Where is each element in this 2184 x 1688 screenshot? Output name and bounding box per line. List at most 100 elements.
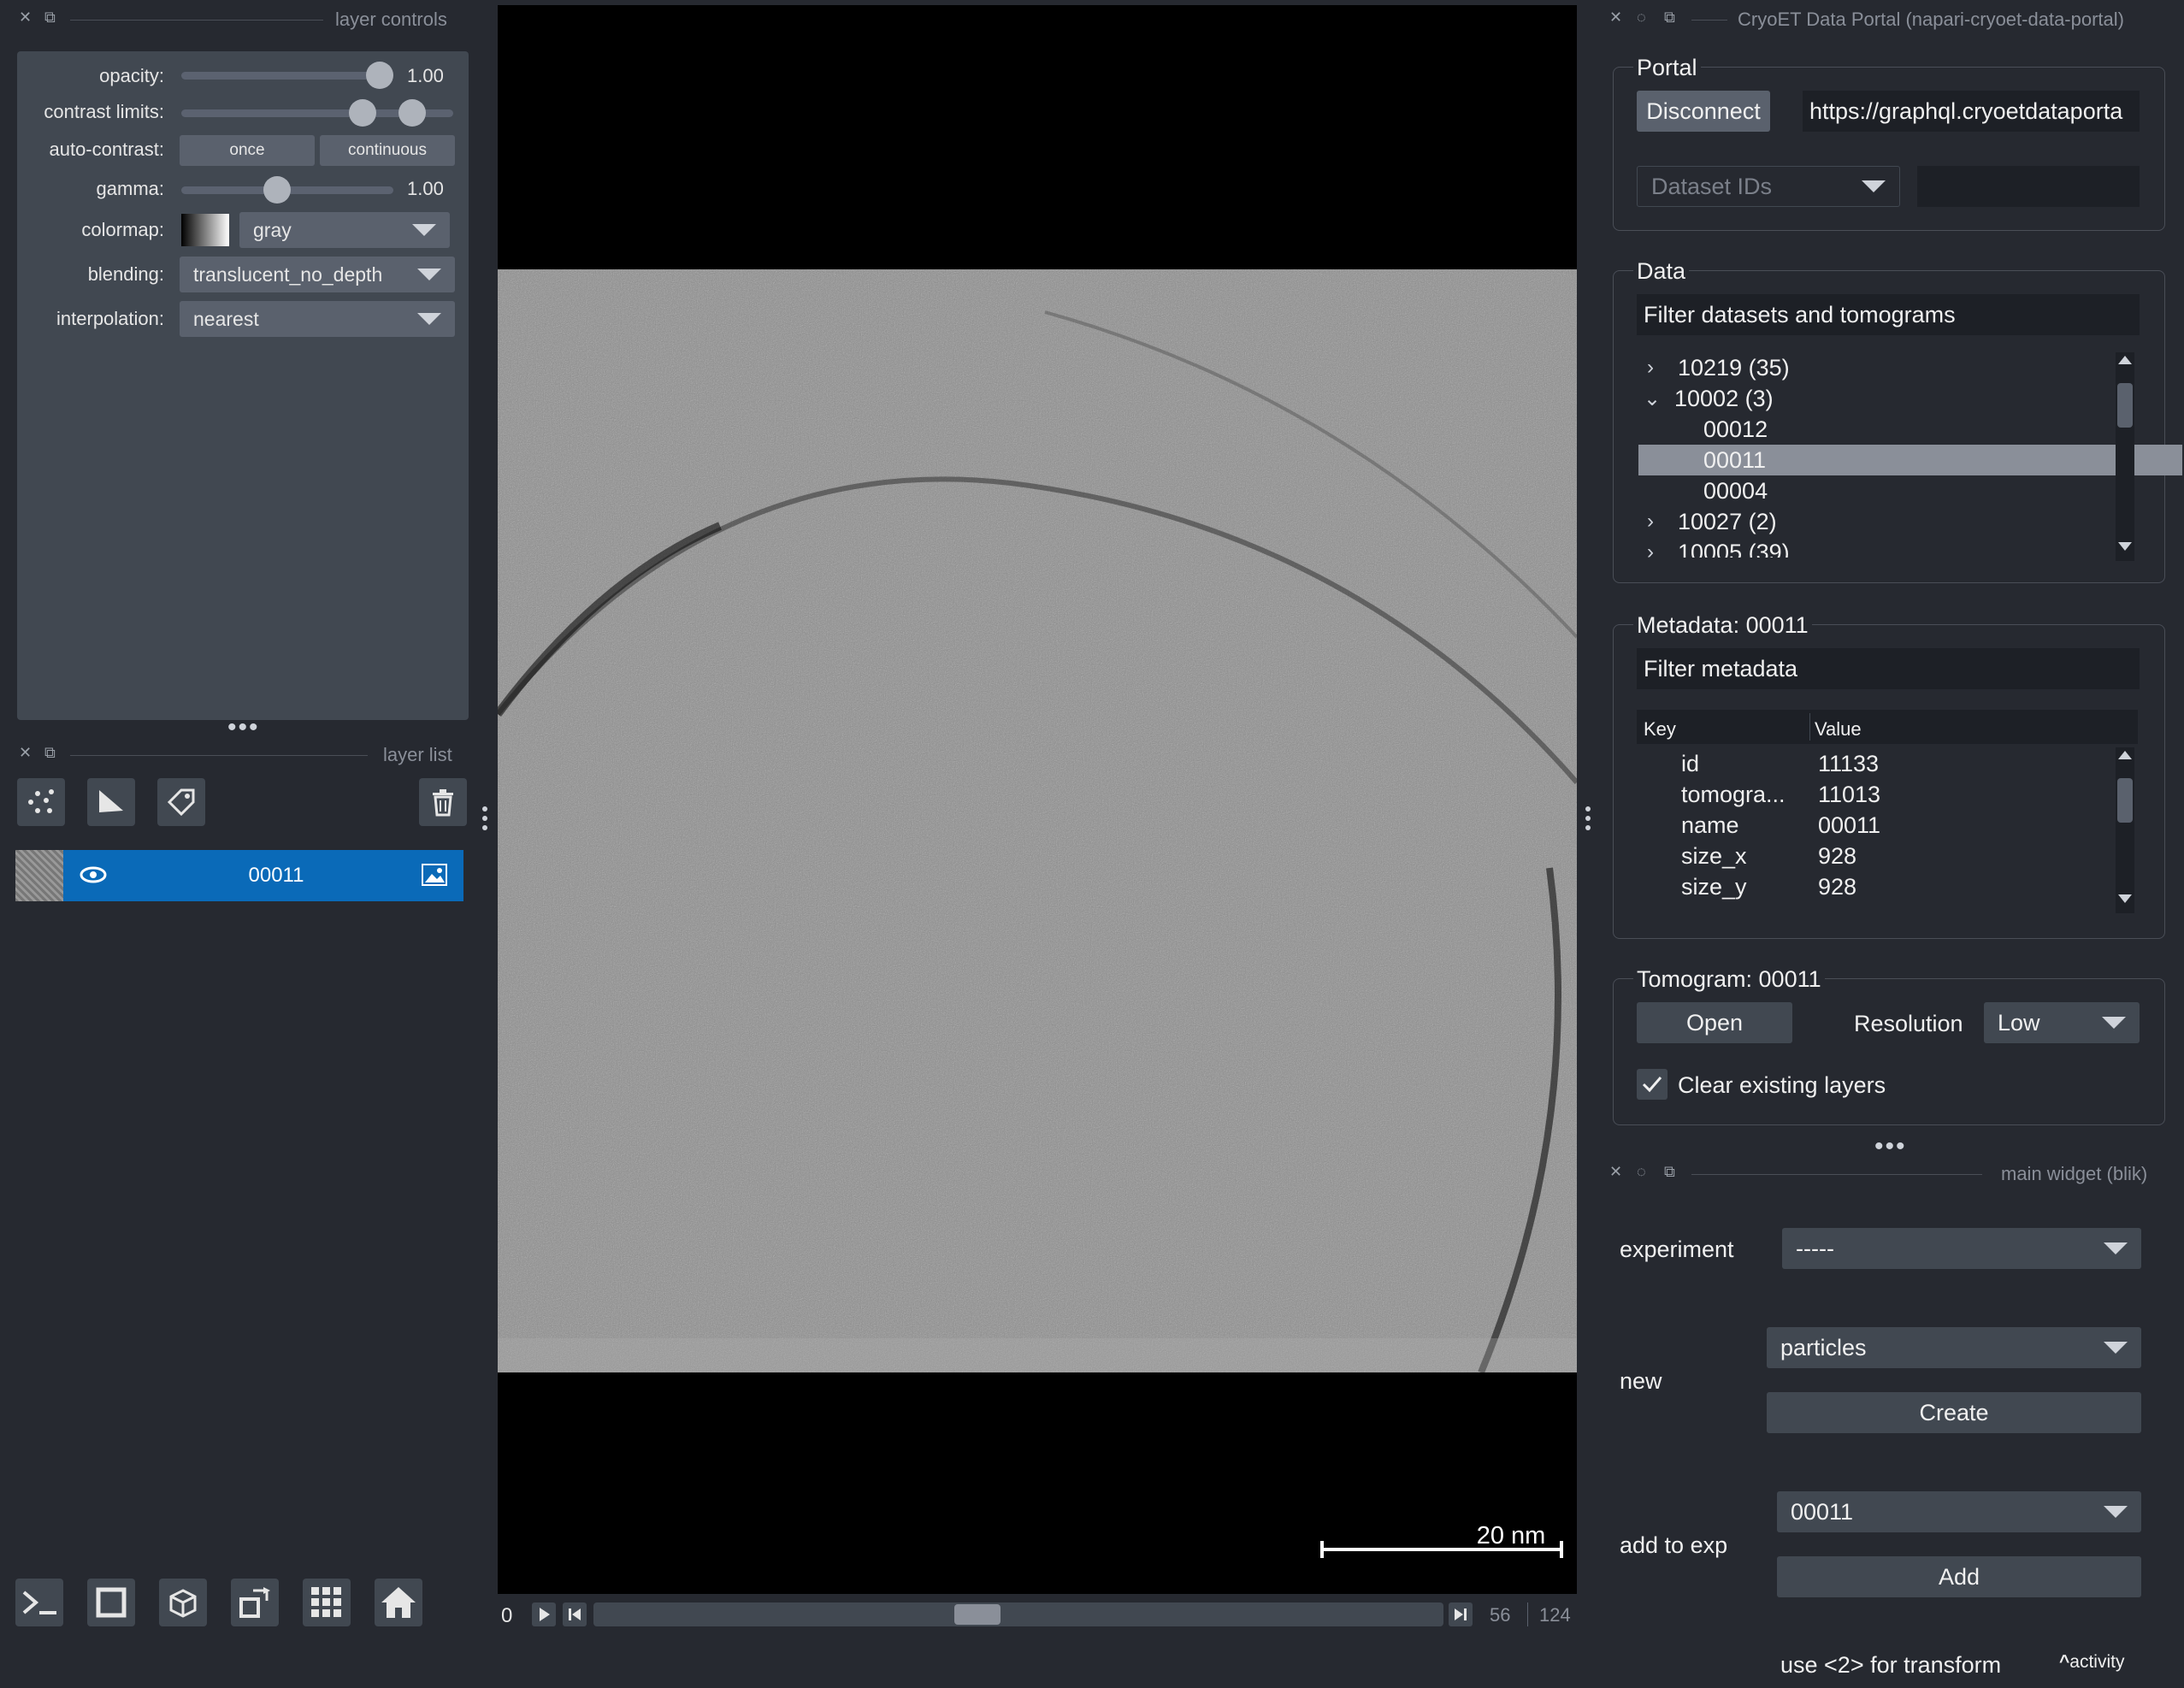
splitter-handle[interactable]: ••• [227, 715, 260, 741]
metadata-scrollbar[interactable] [2116, 747, 2134, 913]
tree-scrollbar[interactable] [2116, 352, 2134, 561]
opacity-slider-handle[interactable] [366, 62, 393, 89]
chevron-up-icon: ^ [2059, 1652, 2070, 1672]
frame-slider-track[interactable] [593, 1602, 1443, 1626]
continuous-button[interactable]: continuous [320, 135, 455, 166]
square-icon [96, 1587, 127, 1618]
contrast-min-handle[interactable] [349, 99, 376, 127]
scroll-down-icon[interactable] [2118, 542, 2132, 551]
step-forward-button[interactable] [1449, 1602, 1473, 1626]
chevron-down-icon [2102, 1017, 2126, 1029]
scroll-down-icon[interactable] [2118, 894, 2132, 903]
metadata-key: size_y [1681, 874, 1747, 900]
toggle-ndisplay-button[interactable] [87, 1579, 135, 1626]
resolution-value: Low [1998, 1009, 2040, 1036]
once-button[interactable]: once [180, 135, 315, 166]
float-icon[interactable]: ⧉ [44, 9, 56, 27]
tree-item-00012[interactable]: 00012 [1638, 414, 2179, 445]
dataset-ids-field[interactable] [1917, 166, 2140, 207]
hide-icon[interactable]: ◌ [1637, 1163, 1646, 1181]
metadata-scroll-thumb[interactable] [2117, 778, 2133, 823]
experiment-select[interactable]: ----- [1782, 1228, 2141, 1269]
canvas-viewer[interactable]: 20 nm [498, 5, 1577, 1594]
transpose-dims-button[interactable] [231, 1579, 279, 1626]
close-icon[interactable]: ✕ [19, 744, 32, 762]
dataset-ids-select[interactable]: Dataset IDs [1637, 166, 1900, 207]
filter-datasets-input[interactable]: Filter datasets and tomograms [1637, 294, 2140, 335]
chevron-down-icon[interactable]: ⌄ [1638, 387, 1674, 411]
layer-row[interactable]: 00011 [15, 850, 463, 901]
chevron-right-icon[interactable]: › [1638, 510, 1678, 534]
console-button[interactable] [15, 1579, 63, 1626]
tree-item-10027[interactable]: › 10027 (2) [1638, 506, 2114, 537]
activity-toggle[interactable]: ^activity [2059, 1652, 2124, 1673]
create-button[interactable]: Create [1767, 1392, 2141, 1433]
hide-icon[interactable]: ◌ [1637, 9, 1646, 27]
tree-item-10002[interactable]: ⌄ 10002 (3) [1638, 383, 2114, 414]
resolution-label: Resolution [1854, 1011, 1963, 1036]
delete-layer-button[interactable] [419, 778, 467, 826]
play-button[interactable] [532, 1602, 556, 1626]
left-splitter-handle[interactable] [482, 806, 487, 831]
tree-clip: › 10005 (39) [1638, 537, 2114, 558]
disconnect-button[interactable]: Disconnect [1637, 91, 1770, 132]
interpolation-select[interactable]: nearest [180, 301, 455, 337]
value-header[interactable]: Value [1815, 718, 1862, 741]
splitter-handle[interactable]: ••• [1874, 1134, 1907, 1160]
add-button[interactable]: Add [1777, 1556, 2141, 1597]
tag-icon [167, 788, 195, 817]
close-icon[interactable]: ✕ [19, 9, 32, 27]
tree-item-10219[interactable]: › 10219 (35) [1638, 352, 2114, 383]
metadata-key: tomogra... [1681, 782, 1786, 807]
float-icon[interactable]: ⧉ [44, 744, 56, 762]
colormap-select[interactable]: gray [239, 212, 450, 248]
chevron-down-icon [417, 313, 441, 325]
scroll-up-icon[interactable] [2118, 356, 2132, 364]
opacity-slider[interactable] [181, 72, 393, 80]
opacity-value: 1.00 [407, 65, 444, 86]
contrast-max-handle[interactable] [398, 99, 426, 127]
portal-url-field[interactable]: https://graphql.cryoetdataporta [1803, 91, 2140, 132]
chevron-down-icon [2104, 1506, 2128, 1518]
clear-layers-checkbox[interactable] [1637, 1069, 1668, 1100]
chevron-right-icon[interactable]: › [1638, 356, 1678, 380]
gamma-slider-handle[interactable] [263, 176, 291, 204]
layer-name[interactable]: 00011 [118, 864, 434, 888]
chevron-right-icon[interactable]: › [1638, 540, 1678, 558]
close-icon[interactable]: ✕ [1609, 9, 1622, 27]
chevron-down-icon [1862, 180, 1886, 192]
filter-metadata-input[interactable]: Filter metadata [1637, 648, 2140, 689]
tree-item-label: 10219 (35) [1678, 354, 1790, 381]
eye-icon[interactable] [79, 862, 108, 888]
open-button[interactable]: Open [1637, 1002, 1792, 1043]
tree-scroll-thumb[interactable] [2117, 383, 2133, 428]
grid-view-button[interactable] [303, 1579, 351, 1626]
float-icon[interactable]: ⧉ [1664, 1163, 1675, 1181]
resolution-select[interactable]: Low [1984, 1002, 2140, 1043]
close-icon[interactable]: ✕ [1609, 1163, 1622, 1181]
step-back-button[interactable] [563, 1602, 587, 1626]
blending-select[interactable]: translucent_no_depth [180, 257, 455, 292]
add-layer-select[interactable]: 00011 [1777, 1491, 2141, 1532]
metadata-key: size_x [1681, 843, 1747, 869]
new-points-layer-button[interactable] [17, 778, 65, 826]
scale-bar [1320, 1548, 1563, 1551]
clear-layers-label[interactable]: Clear existing layers [1678, 1072, 1886, 1099]
tree-item-00011[interactable]: 00011 [1638, 445, 2182, 475]
tree-item-00004[interactable]: 00004 [1638, 475, 2179, 506]
scroll-up-icon[interactable] [2118, 751, 2132, 759]
new-layer-type-select[interactable]: particles [1767, 1327, 2141, 1368]
header-divider [70, 755, 368, 756]
metadata-value: 11133 [1818, 751, 1880, 776]
tree-item-10005[interactable]: › 10005 (39) [1638, 537, 2114, 558]
frame-slider-handle[interactable] [954, 1604, 1001, 1625]
right-splitter-handle[interactable] [1585, 806, 1591, 831]
new-shapes-layer-button[interactable] [87, 778, 135, 826]
key-header[interactable]: Key [1644, 718, 1676, 741]
float-icon[interactable]: ⧉ [1664, 9, 1675, 27]
header-separator [1809, 713, 1810, 741]
roll-dims-button[interactable] [159, 1579, 207, 1626]
frame-current[interactable]: 56 [1490, 1604, 1510, 1626]
new-labels-layer-button[interactable] [157, 778, 205, 826]
home-button[interactable] [375, 1579, 422, 1626]
